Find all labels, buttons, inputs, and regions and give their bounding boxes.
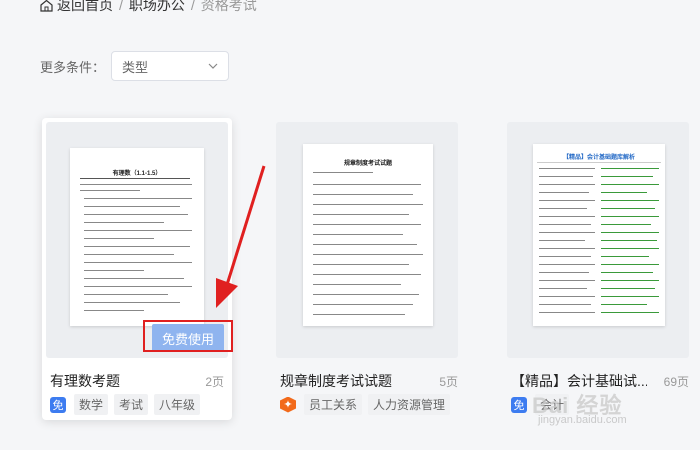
tag-list: 免 数学 考试 八年级 — [50, 394, 206, 415]
back-home-label: 返回首页 — [57, 0, 113, 13]
breadcrumb-separator: / — [119, 0, 123, 13]
tag[interactable]: 考试 — [114, 394, 149, 415]
breadcrumb: 返回首页 / 职场办公 / 资格考试 — [40, 0, 257, 15]
annotation-arrow — [216, 165, 266, 308]
doc-preview-title: 规章制度考试试题 — [343, 161, 392, 167]
free-badge: 免 — [511, 396, 527, 413]
page-count: 2页 — [205, 375, 224, 389]
doc-preview-title: 【精品】会计基础题库解析 — [562, 155, 635, 161]
doc-preview: 有理数（1.1-1.5） — [70, 148, 204, 326]
doc-card[interactable]: 【精品】会计基础题库解析 【精品】会计基础试... 69页 免 会计 — [503, 118, 693, 420]
doc-thumbnail[interactable]: 【精品】会计基础题库解析 — [507, 122, 689, 358]
chevron-down-icon — [208, 63, 218, 69]
doc-title[interactable]: 有理数考题 — [50, 371, 190, 391]
document-type-icon: ✦ — [280, 396, 296, 413]
page-count: 5页 — [439, 375, 458, 389]
breadcrumb-category[interactable]: 职场办公 — [129, 0, 185, 15]
back-home-link[interactable]: 返回首页 — [40, 0, 113, 15]
doc-preview: 规章制度考试试题 — [303, 144, 433, 326]
page-count: 69页 — [663, 375, 689, 389]
filter-bar: 更多条件： 类型 — [40, 50, 230, 82]
breadcrumb-separator: / — [190, 0, 195, 13]
doc-preview: 【精品】会计基础题库解析 — [533, 144, 665, 326]
home-icon — [40, 0, 53, 12]
watermark-url: jingyan.baidu.com — [538, 414, 627, 426]
tag[interactable]: 员工关系 — [304, 394, 363, 415]
doc-card[interactable]: 规章制度考试试题 规章制度考试试题 5页 ✦ 员工关系 人力资源管理 — [272, 118, 462, 420]
free-badge: 免 — [50, 396, 66, 413]
tag[interactable]: 八年级 — [154, 394, 201, 415]
doc-preview-title: 有理数（1.1-1.5） — [112, 171, 162, 177]
doc-title[interactable]: 规章制度考试试题 — [280, 371, 430, 391]
doc-thumbnail[interactable]: 规章制度考试试题 — [276, 122, 458, 358]
filter-label: 更多条件： — [40, 59, 106, 75]
breadcrumb-current: 资格考试 — [200, 0, 257, 13]
free-use-button[interactable]: 免费使用 — [152, 324, 224, 352]
type-select[interactable]: 类型 — [111, 51, 230, 81]
tag[interactable]: 数学 — [74, 394, 109, 415]
tag-list: ✦ 员工关系 人力资源管理 — [280, 394, 456, 415]
type-select-value: 类型 — [122, 59, 149, 75]
tag[interactable]: 人力资源管理 — [368, 394, 451, 415]
